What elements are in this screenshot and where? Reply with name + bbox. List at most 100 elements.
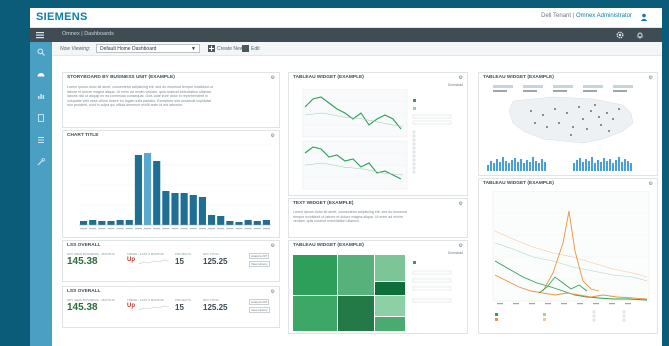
bar[interactable] [116, 220, 124, 225]
gear-icon[interactable]: ⚙ [649, 181, 653, 187]
create-new-button[interactable]: Create New [217, 46, 243, 52]
kpi-npv-total: 125.25 [203, 303, 228, 312]
chart-icon[interactable] [37, 92, 45, 100]
bar[interactable] [162, 191, 170, 225]
bar-chart [79, 144, 271, 230]
kpi-label: TREND - LAST 6 MONTHS [127, 252, 164, 256]
bar[interactable] [244, 220, 252, 225]
view-history-button[interactable]: View History [249, 307, 270, 313]
user-separator: | [572, 13, 575, 19]
gear-icon[interactable]: ⚙ [271, 133, 275, 139]
analyze-kpi-button[interactable]: Analyze KPI [249, 299, 270, 305]
bar[interactable] [226, 221, 234, 225]
kpi-label: PROJECTS [175, 252, 192, 256]
tableau-widget-3: TABLEAU WIDGET (EXAMPLE) ⚙ [478, 72, 658, 176]
kpi-projects-value: 15 [175, 257, 184, 266]
bar[interactable] [89, 220, 97, 225]
panel-title: TABLEAU WIDGET (EXAMPLE) [293, 75, 364, 80]
create-icon [208, 45, 215, 52]
kpi-projects-value: 15 [175, 303, 184, 312]
panel-title: LSS OVERALL [67, 243, 101, 248]
chart-title-panel: CHART TITLE ⚙ [62, 130, 280, 238]
bar[interactable] [98, 221, 106, 225]
tick-label [198, 228, 206, 230]
tick-label [235, 228, 243, 230]
tick-label [116, 228, 124, 230]
map-chart [487, 85, 634, 171]
tick-label [125, 228, 133, 230]
storyboard-panel: STORYBOARD BY BUSINESS UNIT (EXAMPLE) ⚙ … [62, 72, 280, 128]
analyze-kpi-button[interactable]: Analyze KPI [249, 253, 270, 259]
document-icon[interactable] [37, 114, 45, 122]
tick-label [180, 228, 188, 230]
sidebar [30, 42, 52, 346]
bar[interactable] [144, 153, 152, 225]
bell-icon[interactable] [636, 31, 644, 39]
siemens-logo: SIEMENS [36, 11, 88, 23]
bar[interactable] [180, 193, 188, 225]
list-icon[interactable] [37, 136, 45, 144]
tick-label [144, 228, 152, 230]
bar[interactable] [262, 220, 270, 225]
bar[interactable] [208, 215, 216, 225]
panel-title: TEXT WIDGET (EXAMPLE) [293, 201, 354, 206]
bar[interactable] [125, 220, 133, 225]
top-bar: SIEMENS Dell Tenant | Omnex Administrato… [30, 8, 662, 28]
text-widget-panel: TEXT WIDGET (EXAMPLE) ⚙ Lorem ipsum dolo… [288, 198, 468, 238]
dashboard-select-value: Default Home Dashboard [100, 46, 157, 52]
gear-icon[interactable]: ⚙ [459, 75, 463, 81]
bar[interactable] [134, 155, 142, 225]
multi-line-chart [492, 191, 650, 322]
bar[interactable] [253, 221, 261, 225]
gear-icon[interactable]: ⚙ [271, 75, 275, 81]
storyboard-line: non proident, sunt in culpa qui officia … [67, 103, 183, 107]
now-viewing-label: Now Viewing: [60, 46, 91, 52]
breadcrumb[interactable]: Omnex | Dashboards [62, 31, 114, 37]
view-history-button[interactable]: View History [249, 261, 270, 267]
tick-label [171, 228, 179, 230]
tick-label [107, 228, 115, 230]
breadcrumb-bar: Omnex | Dashboards [30, 28, 662, 42]
tick-label [244, 228, 252, 230]
gear-icon[interactable]: ⚙ [649, 75, 653, 81]
tick-label [134, 228, 142, 230]
tick-label [208, 228, 216, 230]
dashboard-icon[interactable] [37, 70, 45, 78]
user-name[interactable]: Dell Tenant [541, 13, 571, 19]
tableau-line-charts [302, 89, 452, 190]
gear-icon[interactable]: ⚙ [271, 243, 275, 249]
bar[interactable] [189, 195, 197, 225]
tableau-widget-2: TABLEAU WIDGET (EXAMPLE) ⚙ Download [288, 240, 468, 334]
download-link[interactable]: Download [448, 83, 463, 87]
kpi-trend-value: Up [127, 303, 135, 309]
app-frame: SIEMENS Dell Tenant | Omnex Administrato… [30, 8, 662, 346]
panel-title: TABLEAU WIDGET (EXAMPLE) [483, 181, 554, 186]
wrench-icon[interactable] [37, 158, 45, 166]
search-icon[interactable] [37, 48, 45, 56]
gear-icon[interactable]: ⚙ [459, 201, 463, 207]
kpi-trend-value: Up [127, 257, 135, 263]
lss-overall-panel-2: LSS OVERALL ⚙ NPV (NEW BUSINESS) - MONTH… [62, 286, 280, 328]
bar[interactable] [171, 193, 179, 225]
user-icon[interactable] [640, 13, 648, 21]
user-info: Dell Tenant | Omnex Administrator [541, 13, 632, 19]
gear-icon[interactable]: ⚙ [271, 289, 275, 295]
user-role[interactable]: Omnex Administrator [576, 13, 632, 19]
text-widget-line: veniam, quis nostrud exercitation ullamc… [293, 219, 360, 223]
bar[interactable] [198, 197, 206, 225]
bar[interactable] [80, 221, 88, 225]
sparkline [139, 305, 169, 311]
kpi-label: TREND - LAST 6 MONTHS [127, 298, 164, 302]
menu-icon[interactable] [36, 31, 44, 39]
bar[interactable] [153, 161, 161, 225]
gear-icon[interactable]: ⚙ [459, 243, 463, 249]
bar[interactable] [235, 222, 243, 225]
bar[interactable] [217, 216, 225, 225]
dashboard-select[interactable]: Default Home Dashboard ▼ [96, 44, 200, 53]
gear-icon[interactable] [616, 31, 624, 39]
kpi-label: NPV TOTAL [203, 252, 220, 256]
bar[interactable] [107, 221, 115, 225]
kpi-label: PROJECTS [175, 298, 192, 302]
kpi-npv-value: 145.38 [67, 302, 98, 313]
edit-button[interactable]: Edit [251, 46, 260, 52]
